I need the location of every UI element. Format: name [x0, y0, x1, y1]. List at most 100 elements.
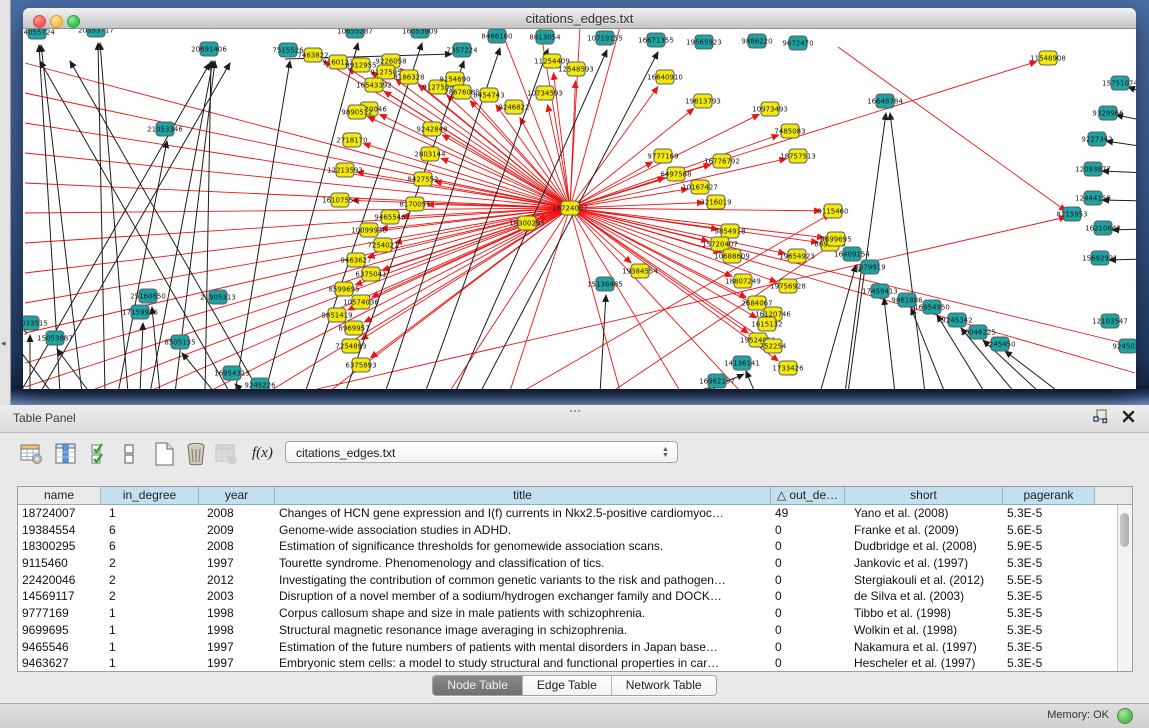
float-window-icon[interactable]: [1093, 409, 1108, 424]
table-cell[interactable]: 5.9E-5: [1003, 538, 1095, 555]
column-header-title[interactable]: title: [275, 487, 771, 505]
vertical-scrollbar[interactable]: [1117, 505, 1132, 671]
table-cell[interactable]: 5.3E-5: [1003, 639, 1095, 656]
table-row[interactable]: 1456911722003Disruption of a novel membe…: [18, 588, 1132, 605]
table-cell[interactable]: 0: [771, 605, 845, 622]
table-cell[interactable]: 0: [771, 572, 845, 589]
table-cell[interactable]: 2008: [199, 505, 275, 522]
table-cell[interactable]: 1: [101, 655, 199, 672]
table-cell[interactable]: Investigating the contribution of common…: [275, 572, 771, 589]
table-cell[interactable]: 49: [771, 505, 845, 522]
table-cell[interactable]: Corpus callosum shape and size in male p…: [275, 605, 771, 622]
table-row[interactable]: 1938455462009Genome-wide association stu…: [18, 522, 1132, 539]
table-cell[interactable]: Estimation of significance thresholds fo…: [275, 538, 771, 555]
table-cell[interactable]: 5.3E-5: [1003, 655, 1095, 672]
table-cell[interactable]: 1997: [199, 555, 275, 572]
table-cell[interactable]: Jankovic et al. (1997): [845, 555, 1003, 572]
table-cell[interactable]: 5.6E-5: [1003, 522, 1095, 539]
table-cell[interactable]: Nakamura et al. (1997): [845, 639, 1003, 656]
panel-collapse-arrow-icon[interactable]: ◂: [1, 338, 6, 349]
network-window-titlebar[interactable]: citations_edges.txt: [23, 8, 1136, 29]
table-cell[interactable]: Changes of HCN gene expression and I(f) …: [275, 505, 771, 522]
column-header-pagerank[interactable]: pagerank: [1003, 487, 1095, 505]
table-row[interactable]: 969969511998Structural magnetic resonanc…: [18, 622, 1132, 639]
table-cell[interactable]: 14569117: [18, 588, 101, 605]
table-cell[interactable]: Yano et al. (2008): [845, 505, 1003, 522]
table-row[interactable]: 2242004622012Investigating the contribut…: [18, 572, 1132, 589]
table-cell[interactable]: 1: [101, 605, 199, 622]
table-settings-icon[interactable]: [20, 442, 44, 466]
table-cell[interactable]: Structural magnetic resonance image aver…: [275, 622, 771, 639]
column-header-in_degree[interactable]: in_degree: [101, 487, 199, 505]
table-row[interactable]: 946554611997Estimation of the future num…: [18, 639, 1132, 656]
table-cell[interactable]: 18724007: [18, 505, 101, 522]
table-cell[interactable]: 18300295: [18, 538, 101, 555]
table-cell[interactable]: 5.3E-5: [1003, 605, 1095, 622]
table-cell[interactable]: de Silva et al. (2003): [845, 588, 1003, 605]
table-cell[interactable]: Embryonic stem cells: a model to study s…: [275, 655, 771, 672]
tab-node-table[interactable]: Node Table: [433, 676, 523, 695]
table-cell[interactable]: 0: [771, 588, 845, 605]
table-cell[interactable]: 1998: [199, 622, 275, 639]
table-cell[interactable]: 1: [101, 639, 199, 656]
table-cell[interactable]: 2: [101, 572, 199, 589]
tab-edge-table[interactable]: Edge Table: [523, 676, 612, 695]
column-header-year[interactable]: year: [199, 487, 275, 505]
column-header-out_de[interactable]: △ out_de…: [771, 487, 845, 505]
table-cell[interactable]: 1997: [199, 639, 275, 656]
select-columns-icon[interactable]: [90, 442, 114, 466]
table-cell[interactable]: 2: [101, 588, 199, 605]
delete-entries-icon[interactable]: [184, 442, 208, 466]
table-row[interactable]: 946362711997Embryonic stem cells: a mode…: [18, 655, 1132, 672]
table-cell[interactable]: 9463627: [18, 655, 101, 672]
table-cell[interactable]: 0: [771, 639, 845, 656]
table-cell[interactable]: 9777169: [18, 605, 101, 622]
row-height-icon[interactable]: [122, 442, 146, 466]
table-cell[interactable]: 6: [101, 522, 199, 539]
table-cell[interactable]: Stergiakouli et al. (2012): [845, 572, 1003, 589]
table-cell[interactable]: 1: [101, 505, 199, 522]
table-cell[interactable]: 9115460: [18, 555, 101, 572]
new-table-icon[interactable]: [152, 442, 176, 466]
table-cell[interactable]: 0: [771, 655, 845, 672]
table-cell[interactable]: 5.3E-5: [1003, 588, 1095, 605]
column-header-short[interactable]: short: [845, 487, 1003, 505]
function-builder-icon[interactable]: f(x): [252, 445, 273, 462]
table-row[interactable]: 1872400712008Changes of HCN gene express…: [18, 505, 1132, 522]
table-row[interactable]: 911546021997Tourette syndrome. Phenomeno…: [18, 555, 1132, 572]
table-cell[interactable]: 5.3E-5: [1003, 505, 1095, 522]
column-header-name[interactable]: name: [18, 487, 101, 505]
table-cell[interactable]: 0: [771, 522, 845, 539]
table-cell[interactable]: 2: [101, 555, 199, 572]
table-cell[interactable]: Tibbo et al. (1998): [845, 605, 1003, 622]
show-column-icon[interactable]: [54, 442, 78, 466]
network-canvas[interactable]: 7463822916012389129559226058912750516543…: [23, 29, 1136, 389]
table-cell[interactable]: 9699695: [18, 622, 101, 639]
table-cell[interactable]: 2012: [199, 572, 275, 589]
close-panel-icon[interactable]: [1122, 410, 1135, 423]
table-cell[interactable]: 1997: [199, 655, 275, 672]
table-cell[interactable]: 6: [101, 538, 199, 555]
table-cell[interactable]: 1: [101, 622, 199, 639]
table-cell[interactable]: 0: [771, 538, 845, 555]
splitter-handle[interactable]: [568, 407, 582, 415]
table-cell[interactable]: 1998: [199, 605, 275, 622]
table-cell[interactable]: 0: [771, 622, 845, 639]
table-cell[interactable]: Estimation of the future numbers of pati…: [275, 639, 771, 656]
table-cell[interactable]: Wolkin et al. (1998): [845, 622, 1003, 639]
scrollbar-thumb[interactable]: [1120, 513, 1129, 547]
table-cell[interactable]: Disruption of a novel member of a sodium…: [275, 588, 771, 605]
table-cell[interactable]: 5.3E-5: [1003, 622, 1095, 639]
table-cell[interactable]: 19384554: [18, 522, 101, 539]
table-cell[interactable]: 9465546: [18, 639, 101, 656]
table-cell[interactable]: Hescheler et al. (1997): [845, 655, 1003, 672]
table-cell[interactable]: Tourette syndrome. Phenomenology and cla…: [275, 555, 771, 572]
table-select-dropdown[interactable]: citations_edges.txt ▲▼: [285, 441, 678, 463]
table-cell[interactable]: Franke et al. (2009): [845, 522, 1003, 539]
table-row[interactable]: 977716911998Corpus callosum shape and si…: [18, 605, 1132, 622]
table-cell[interactable]: 5.5E-5: [1003, 572, 1095, 589]
table-cell[interactable]: 2003: [199, 588, 275, 605]
table-cell[interactable]: Dudbridge et al. (2008): [845, 538, 1003, 555]
memory-status-icon[interactable]: [1117, 708, 1133, 724]
table-cell[interactable]: 22420046: [18, 572, 101, 589]
